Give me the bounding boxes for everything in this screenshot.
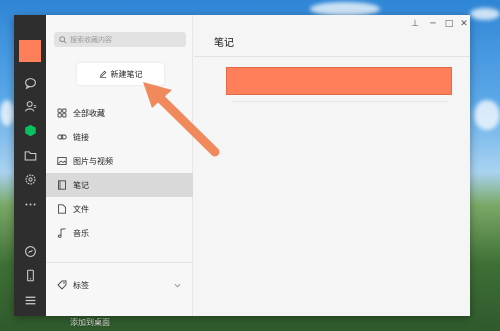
sidebar-item-links[interactable]: 链接 xyxy=(46,125,193,149)
main-panel: ⊥ ─ □ ✕ 笔记 xyxy=(194,15,470,316)
search-placeholder: 搜索收藏内容 xyxy=(70,35,112,44)
new-note-label: 新建笔记 xyxy=(110,69,143,79)
avatar[interactable] xyxy=(19,40,41,62)
folder-icon[interactable] xyxy=(22,148,38,162)
more-icon[interactable] xyxy=(22,197,38,211)
header-divider xyxy=(194,56,470,57)
note-divider xyxy=(231,101,449,102)
favorites-window: 搜索收藏内容 新建笔记 全部收藏 链接 图片与视频 笔记 文件 音乐 标签 ⊥ … xyxy=(14,15,470,316)
chat-icon[interactable] xyxy=(22,76,38,90)
note-item[interactable] xyxy=(226,67,452,95)
close-button[interactable]: ✕ xyxy=(457,18,470,30)
tag-icon xyxy=(57,280,67,290)
sidebar-item-label: 图片与视频 xyxy=(73,156,113,166)
desktop-cloud xyxy=(0,100,14,126)
maximize-button[interactable]: □ xyxy=(442,18,456,30)
chevron-down-icon[interactable] xyxy=(174,282,181,289)
desktop-cloud xyxy=(310,2,380,16)
sidebar-item-files[interactable]: 文件 xyxy=(46,197,193,221)
menu-icon[interactable] xyxy=(22,293,38,307)
new-note-button[interactable]: 新建笔记 xyxy=(77,63,164,85)
sidebar-item-all[interactable]: 全部收藏 xyxy=(46,101,193,125)
sidebar-item-label: 标签 xyxy=(73,280,89,290)
sidebar-divider xyxy=(46,262,193,263)
sidebar-item-label: 笔记 xyxy=(73,180,89,190)
file-icon xyxy=(57,204,67,214)
sidebar: 搜索收藏内容 新建笔记 全部收藏 链接 图片与视频 笔记 文件 音乐 标签 xyxy=(46,15,193,316)
sidebar-item-tags[interactable]: 标签 xyxy=(46,273,193,297)
note-icon xyxy=(57,180,67,190)
desktop-label[interactable]: 添加到桌面 xyxy=(70,317,110,328)
link-icon xyxy=(57,132,67,142)
search-input[interactable]: 搜索收藏内容 xyxy=(54,32,186,47)
settings-icon[interactable] xyxy=(22,172,38,186)
image-icon xyxy=(57,156,67,166)
phone-icon[interactable] xyxy=(22,268,38,282)
contacts-icon[interactable] xyxy=(22,99,38,113)
sidebar-item-music[interactable]: 音乐 xyxy=(46,221,193,245)
sidebar-item-label: 文件 xyxy=(73,204,89,214)
sidebar-item-label: 音乐 xyxy=(73,228,89,238)
left-rail xyxy=(14,15,46,316)
sidebar-item-label: 链接 xyxy=(73,132,89,142)
minimize-button[interactable]: ─ xyxy=(426,18,440,30)
pencil-icon xyxy=(99,70,106,78)
music-icon xyxy=(57,228,67,238)
desktop-cloud xyxy=(470,8,500,20)
page-title: 笔记 xyxy=(214,38,234,49)
sidebar-item-notes[interactable]: 笔记 xyxy=(46,173,193,197)
search-icon xyxy=(59,35,67,44)
desktop-cloud xyxy=(474,100,500,130)
miniprogram-icon[interactable] xyxy=(22,244,38,258)
sidebar-item-media[interactable]: 图片与视频 xyxy=(46,149,193,173)
sidebar-item-label: 全部收藏 xyxy=(73,108,105,118)
favorites-cube-icon[interactable] xyxy=(22,123,38,137)
pin-button[interactable]: ⊥ xyxy=(408,18,422,30)
grid-icon xyxy=(57,108,67,118)
